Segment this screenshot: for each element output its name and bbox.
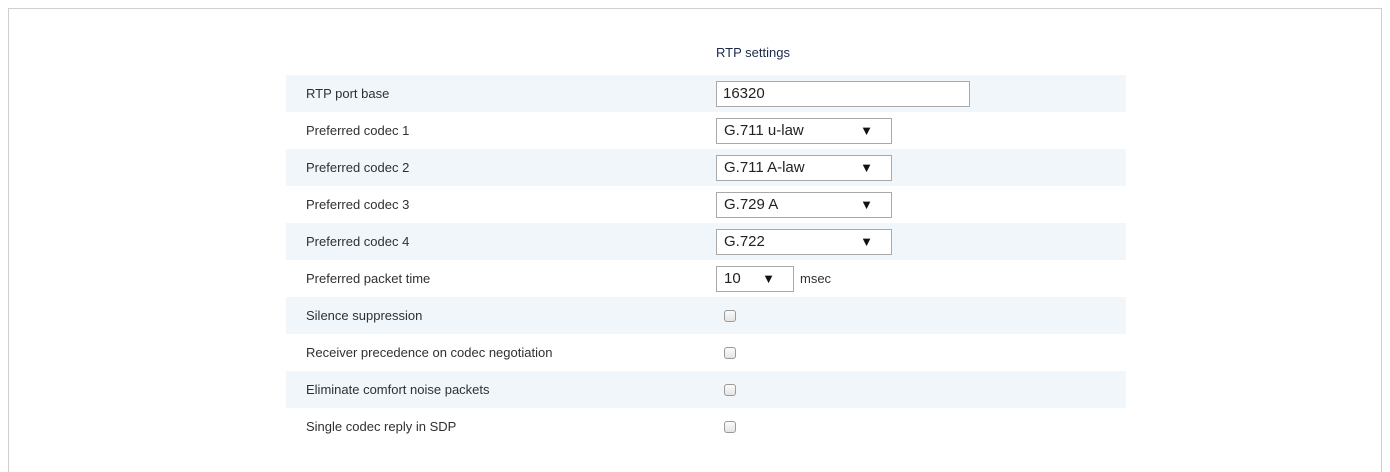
preferred-codec-1-label: Preferred codec 1 (306, 123, 410, 138)
preferred-codec-3-control: G.729 A ▼ (716, 186, 892, 223)
preferred-codec-4-control: G.722 ▼ (716, 223, 892, 260)
row-preferred-codec-1: Preferred codec 1 G.711 u-law ▼ (286, 112, 1126, 149)
single-codec-reply-control (716, 408, 736, 445)
dropdown-arrow-icon: ▼ (860, 122, 873, 138)
preferred-codec-1-control: G.711 u-law ▼ (716, 112, 892, 149)
receiver-precedence-label: Receiver precedence on codec negotiation (306, 345, 553, 360)
receiver-precedence-control (716, 334, 736, 371)
preferred-codec-4-value: G.722 (724, 233, 765, 250)
section-header: RTP settings (286, 35, 1126, 75)
silence-suppression-label: Silence suppression (306, 308, 423, 323)
row-eliminate-comfort-noise: Eliminate comfort noise packets (286, 371, 1126, 408)
preferred-codec-1-select[interactable]: G.711 u-law ▼ (716, 117, 892, 144)
eliminate-comfort-noise-label: Eliminate comfort noise packets (306, 382, 490, 397)
row-rtp-port-base: RTP port base (286, 75, 1126, 112)
preferred-codec-3-label: Preferred codec 3 (306, 197, 410, 212)
silence-suppression-checkbox[interactable] (724, 309, 736, 322)
preferred-codec-3-select[interactable]: G.729 A ▼ (716, 191, 892, 218)
preferred-packet-time-select[interactable]: 10 ▼ (716, 265, 794, 292)
row-preferred-codec-3: Preferred codec 3 G.729 A ▼ (286, 186, 1126, 223)
preferred-packet-time-value: 10 (724, 270, 741, 287)
row-preferred-codec-4: Preferred codec 4 G.722 ▼ (286, 223, 1126, 260)
receiver-precedence-checkbox[interactable] (724, 346, 736, 359)
dropdown-arrow-icon: ▼ (762, 270, 775, 286)
preferred-packet-time-label: Preferred packet time (306, 271, 431, 286)
rtp-port-base-label: RTP port base (306, 86, 390, 101)
preferred-codec-4-label: Preferred codec 4 (306, 234, 410, 249)
preferred-packet-time-control: 10 ▼ msec (716, 260, 831, 297)
preferred-codec-2-value: G.711 A-law (724, 159, 805, 176)
dropdown-arrow-icon: ▼ (860, 159, 873, 175)
rtp-settings-panel: RTP settings RTP port base Preferred cod… (286, 35, 1126, 445)
preferred-codec-4-select[interactable]: G.722 ▼ (716, 228, 892, 255)
eliminate-comfort-noise-control (716, 371, 736, 408)
row-receiver-precedence: Receiver precedence on codec negotiation (286, 334, 1126, 371)
dropdown-arrow-icon: ▼ (860, 233, 873, 249)
rtp-port-base-input[interactable] (716, 80, 970, 107)
row-preferred-packet-time: Preferred packet time 10 ▼ msec (286, 260, 1126, 297)
silence-suppression-control (716, 297, 736, 334)
preferred-codec-1-value: G.711 u-law (724, 122, 804, 139)
single-codec-reply-checkbox[interactable] (724, 420, 736, 433)
row-silence-suppression: Silence suppression (286, 297, 1126, 334)
packet-time-unit: msec (800, 271, 832, 286)
row-preferred-codec-2: Preferred codec 2 G.711 A-law ▼ (286, 149, 1126, 186)
row-single-codec-reply: Single codec reply in SDP (286, 408, 1126, 445)
preferred-codec-2-label: Preferred codec 2 (306, 160, 410, 175)
preferred-codec-2-control: G.711 A-law ▼ (716, 149, 892, 186)
single-codec-reply-label: Single codec reply in SDP (306, 419, 457, 434)
section-title: RTP settings (716, 45, 790, 60)
dropdown-arrow-icon: ▼ (860, 196, 873, 212)
page-frame: RTP settings RTP port base Preferred cod… (8, 8, 1382, 472)
preferred-codec-3-value: G.729 A (724, 196, 779, 213)
rtp-port-base-control (716, 75, 970, 112)
preferred-codec-2-select[interactable]: G.711 A-law ▼ (716, 154, 892, 181)
eliminate-comfort-noise-checkbox[interactable] (724, 383, 736, 396)
